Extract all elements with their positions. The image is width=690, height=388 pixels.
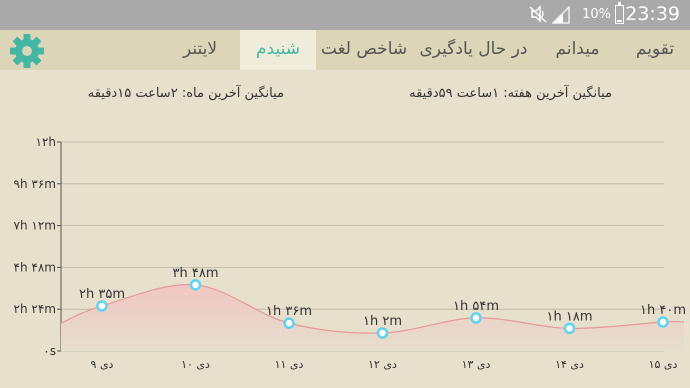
data-point xyxy=(96,300,108,312)
x-tick-label: ۱۱ دی xyxy=(275,358,304,371)
battery-icon xyxy=(615,2,624,24)
data-label: ۳h ۴۸m xyxy=(173,266,219,281)
data-point xyxy=(563,322,576,335)
signal-icon xyxy=(552,6,570,24)
y-tick-label: ۰s xyxy=(43,344,56,358)
data-label: ۱h ۱۸m xyxy=(547,309,593,324)
y-axis-ticks: ۰s ۲h ۲۴m ۴h ۴۸m ۷h ۱۲m ۹h ۳۶m ۱۲h xyxy=(14,135,61,358)
x-tick-label: ۱۰ دی xyxy=(181,358,210,371)
data-label: ۲h ۳۵m xyxy=(79,287,125,302)
data-label: ۱h ۵۴m xyxy=(453,299,499,314)
data-point xyxy=(470,312,482,324)
data-point xyxy=(189,279,202,291)
tab-heard[interactable]: شنیدم xyxy=(240,30,316,70)
tab-calendar[interactable]: تقویم xyxy=(620,30,690,70)
y-tick-label: ۹h ۳۶m xyxy=(14,177,56,191)
gear-icon[interactable] xyxy=(8,32,46,70)
data-point xyxy=(376,327,389,339)
x-axis-ticks: ۹ دی ۱۰ دی ۱۱ دی ۱۲ دی ۱۳ دی ۱۴ دی ۱۵ دی xyxy=(91,358,678,371)
x-tick-label: ۱۵ دی xyxy=(649,358,678,371)
x-tick-label: ۱۴ دی xyxy=(555,358,584,371)
tab-known[interactable]: میدانم xyxy=(535,30,620,70)
tab-word-index[interactable]: شاخص لغت xyxy=(316,30,412,70)
y-tick-label: ۷h ۱۲m xyxy=(14,219,56,233)
battery-percent: 10% xyxy=(582,7,611,22)
data-point xyxy=(657,316,669,328)
tab-leitner[interactable]: لایتنر xyxy=(160,30,240,70)
data-label: ۱h ۴۰m xyxy=(640,303,686,318)
data-label: ۱h ۲m xyxy=(363,314,402,329)
y-tick-label: ۲h ۲۴m xyxy=(14,302,56,316)
y-tick-label: ۱۲h xyxy=(36,135,57,149)
status-bar: 10% 23:39 xyxy=(0,0,690,30)
weekly-average: میانگین آخرین هفته: ۱ساعت ۵۹دقیقه xyxy=(409,86,612,101)
x-tick-label: ۹ دی xyxy=(91,358,114,371)
clock: 23:39 xyxy=(625,3,680,25)
monthly-average: میانگین آخرین ماه: ۲ساعت ۱۵دقیقه xyxy=(87,86,284,101)
tab-bar: تقویم میدانم در حال یادگیری شاخص لغت شنی… xyxy=(0,30,690,70)
listening-chart: ۰s ۲h ۲۴m ۴h ۴۸m ۷h ۱۲m ۹h ۳۶m ۱۲h ۲h ۳۵m ۳h ۴… xyxy=(14,135,686,371)
x-tick-label: ۱۲ دی xyxy=(368,358,397,371)
data-label: ۱h ۳۶m xyxy=(266,304,312,319)
data-point xyxy=(283,317,295,329)
tab-learning[interactable]: در حال یادگیری xyxy=(412,30,535,70)
y-tick-label: ۴h ۴۸m xyxy=(14,260,56,274)
mute-icon xyxy=(529,5,547,23)
x-tick-label: ۱۳ دی xyxy=(462,358,491,371)
